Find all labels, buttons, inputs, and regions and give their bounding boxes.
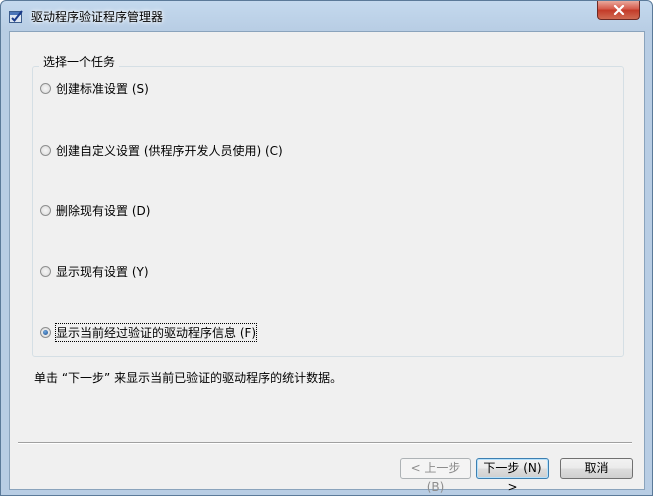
description-text: 单击 “下一步” 来显示当前已验证的驱动程序的统计数据。 xyxy=(34,371,343,385)
option-label: 创建自定义设置 (供程序开发人员使用) (C) xyxy=(56,143,283,158)
option-create-standard[interactable]: 创建标准设置 (S) xyxy=(40,79,149,97)
back-button[interactable]: < 上一步 (B) xyxy=(400,458,471,494)
radio-button[interactable] xyxy=(40,204,51,216)
radio-button-selected[interactable] xyxy=(40,326,51,338)
option-display-existing[interactable]: 显示现有设置 (Y) xyxy=(40,262,149,280)
close-button[interactable] xyxy=(597,1,640,20)
option-delete-existing[interactable]: 删除现有设置 (D) xyxy=(40,201,150,219)
title-bar[interactable]: 驱动程序验证程序管理器 xyxy=(1,1,652,31)
divider xyxy=(18,442,632,444)
groupbox-legend: 选择一个任务 xyxy=(39,53,120,70)
next-button[interactable]: 下一步 (N) > xyxy=(476,458,549,494)
option-label: 显示现有设置 (Y) xyxy=(56,264,149,279)
dialog-client-area: 选择一个任务 创建标准设置 (S) 创建自定义设置 (供程序开发人员使用) (C… xyxy=(9,31,645,494)
checkmark-window-icon xyxy=(9,9,23,23)
option-label: 创建标准设置 (S) xyxy=(56,81,149,96)
cancel-button[interactable]: 取消 xyxy=(560,458,633,479)
close-icon xyxy=(613,5,625,15)
option-create-custom[interactable]: 创建自定义设置 (供程序开发人员使用) (C) xyxy=(40,141,283,159)
radio-button[interactable] xyxy=(40,82,51,94)
option-label: 显示当前经过验证的驱动程序信息 (F) xyxy=(54,322,258,342)
dialog-window: 驱动程序验证程序管理器 选择一个任务 创建标准设置 (S) 创建自定义设置 (供… xyxy=(0,0,653,496)
option-label: 删除现有设置 (D) xyxy=(56,203,151,218)
radio-button[interactable] xyxy=(40,265,51,277)
window-title: 驱动程序验证程序管理器 xyxy=(31,10,164,24)
radio-button[interactable] xyxy=(40,144,51,156)
option-display-current-info[interactable]: 显示当前经过验证的驱动程序信息 (F) xyxy=(40,322,258,342)
